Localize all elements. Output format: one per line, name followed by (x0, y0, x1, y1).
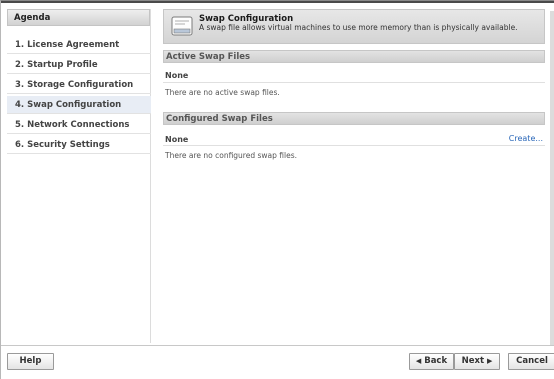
window-top-border (1, 1, 554, 3)
agenda-item-storage-configuration[interactable]: 3. Storage Configuration (7, 76, 151, 94)
configured-swap-none-label: None (165, 135, 189, 144)
cancel-button[interactable]: Cancel (508, 353, 554, 370)
active-swap-files-header: Active Swap Files (163, 50, 545, 63)
agenda-item-startup-profile[interactable]: 2. Startup Profile (7, 56, 151, 74)
next-button[interactable]: Next ▶ (454, 353, 500, 370)
agenda-item-network-connections[interactable]: 5. Network Connections (7, 116, 151, 134)
page-description: A swap file allows virtual machines to u… (199, 23, 518, 32)
main-content: Swap Configuration A swap file allows vi… (163, 9, 545, 343)
help-button[interactable]: Help (7, 353, 54, 370)
footer-divider (1, 345, 554, 346)
vertical-scrollbar[interactable] (550, 11, 554, 345)
configured-swap-files-header: Configured Swap Files (163, 112, 545, 125)
next-arrow-icon: ▶ (487, 357, 493, 365)
agenda-item-security-settings[interactable]: 6. Security Settings (7, 136, 151, 154)
active-swap-empty-text: There are no active swap files. (165, 88, 280, 97)
create-swap-file-link[interactable]: Create... (509, 134, 543, 143)
back-button[interactable]: ◀ Back (409, 353, 454, 370)
swap-file-icon (171, 16, 193, 36)
next-button-label: Next (461, 356, 485, 366)
configured-swap-divider (163, 145, 545, 146)
active-swap-divider (163, 82, 545, 83)
active-swap-none-label: None (165, 71, 189, 80)
back-arrow-icon: ◀ (415, 357, 422, 365)
agenda-sidebar: Agenda 1. License Agreement 2. Startup P… (7, 9, 151, 343)
page-banner: Swap Configuration A swap file allows vi… (163, 9, 545, 44)
agenda-item-swap-configuration[interactable]: 4. Swap Configuration (7, 96, 151, 114)
agenda-header: Agenda (7, 9, 150, 26)
wizard-window: Agenda 1. License Agreement 2. Startup P… (0, 0, 554, 379)
back-button-label: Back (424, 356, 448, 366)
configured-swap-empty-text: There are no configured swap files. (165, 151, 297, 160)
agenda-item-license-agreement[interactable]: 1. License Agreement (7, 36, 151, 54)
